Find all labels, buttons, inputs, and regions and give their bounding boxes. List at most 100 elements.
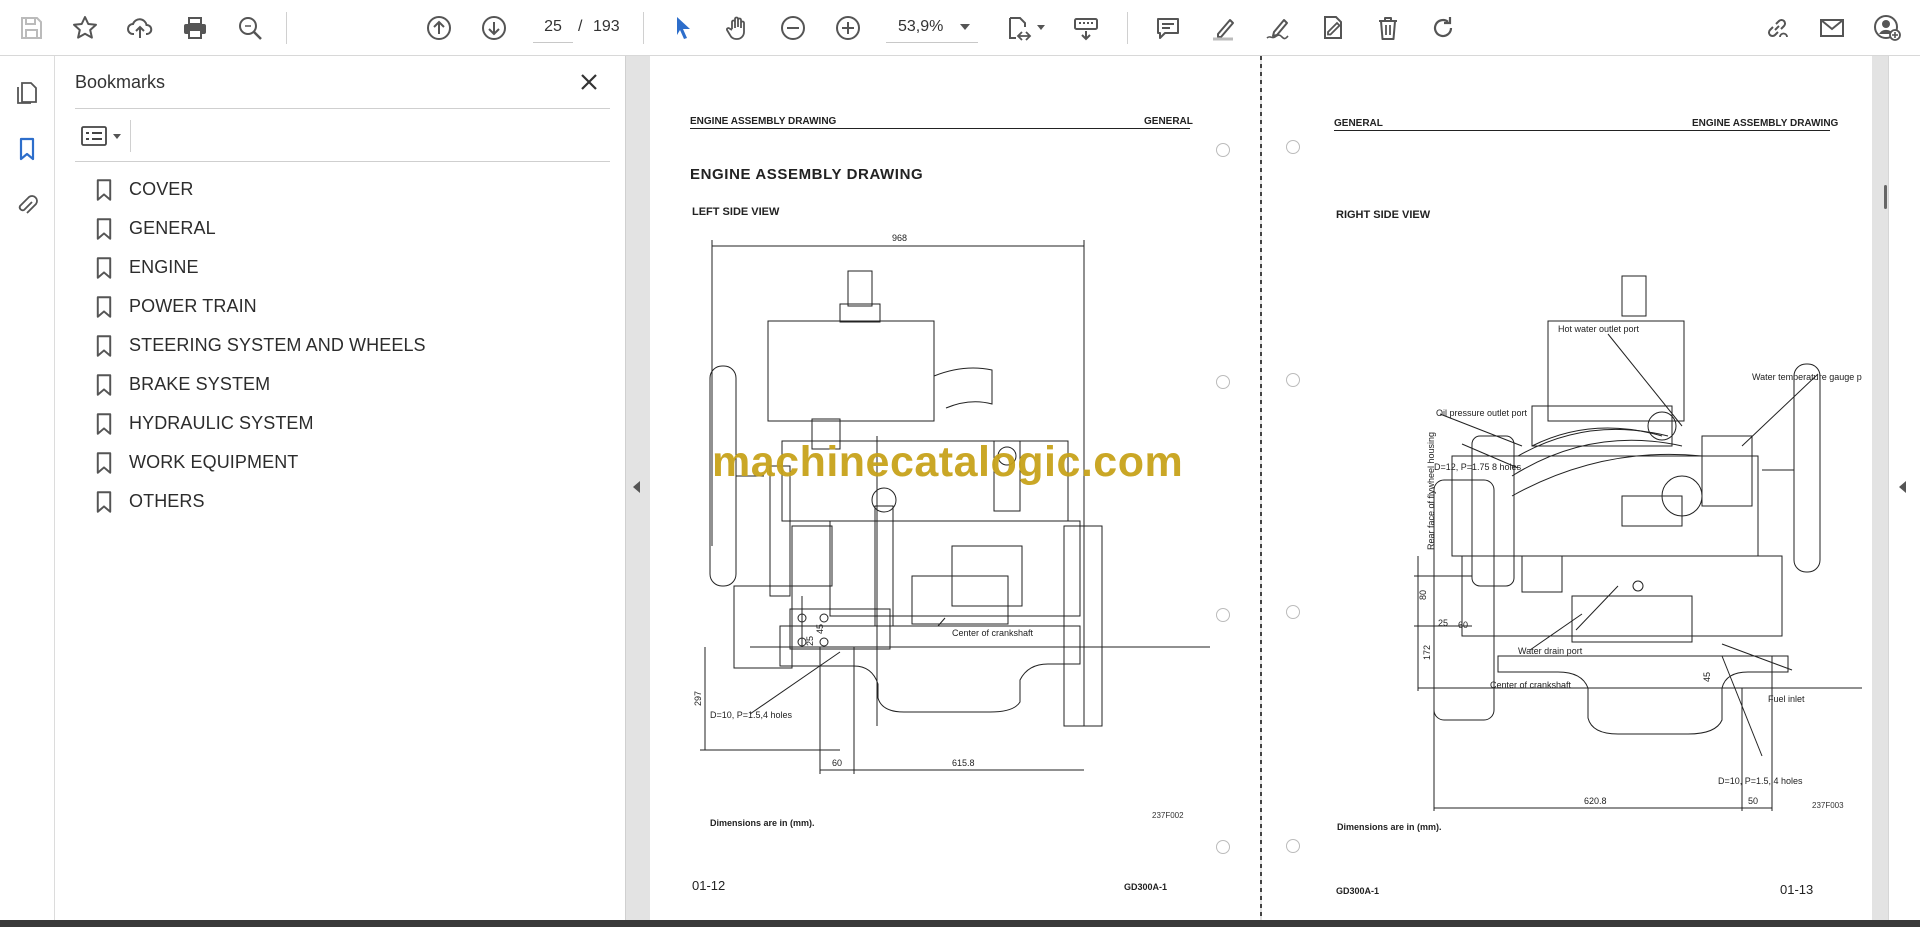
binder-hole (1286, 140, 1300, 154)
binder-hole (1216, 143, 1230, 157)
bookmark-icon (95, 490, 113, 514)
bookmark-label: OTHERS (129, 491, 205, 511)
fill-sign-icon[interactable] (1313, 8, 1353, 48)
bookmark-item[interactable]: COVER (95, 170, 595, 209)
zoom-level-dropdown[interactable]: 53,9% (886, 11, 978, 43)
select-cursor-icon[interactable] (663, 8, 703, 48)
panel-splitter[interactable] (626, 56, 648, 920)
zoom-search-icon[interactable] (230, 8, 270, 48)
dimension-label: 80 (1418, 590, 1428, 600)
document-page-right: GENERAL ENGINE ASSEMBLY DRAWING RIGHT SI… (1262, 56, 1872, 920)
dimension-label: 25 (805, 636, 815, 646)
save-icon[interactable] (11, 8, 51, 48)
star-icon[interactable] (65, 8, 105, 48)
page-separator: / (578, 18, 583, 35)
callout-label: Rear face of flywheel housing (1426, 432, 1436, 550)
view-title: LEFT SIDE VIEW (692, 206, 780, 218)
hand-icon[interactable] (718, 8, 758, 48)
binder-hole (1216, 375, 1230, 389)
bookmark-item[interactable]: GENERAL (95, 209, 595, 248)
toolbar-separator (643, 12, 644, 44)
callout-label: Water drain port (1518, 646, 1583, 656)
attachments-icon[interactable] (10, 188, 44, 222)
toolbar-separator (1127, 12, 1128, 44)
callout-label: Fuel inlet (1768, 694, 1805, 704)
bookmark-item[interactable]: HYDRAULIC SYSTEM (95, 404, 595, 443)
scroll-mode-icon[interactable] (1066, 8, 1106, 48)
divider (130, 120, 131, 152)
bookmark-item[interactable]: STEERING SYSTEM AND WHEELS (95, 326, 595, 365)
divider (75, 108, 610, 109)
bookmark-icon (95, 295, 113, 319)
bookmark-options-button[interactable] (75, 120, 127, 152)
bookmark-item[interactable]: ENGINE (95, 248, 595, 287)
bookmark-icon (95, 217, 113, 241)
binder-hole (1216, 608, 1230, 622)
close-icon[interactable] (575, 68, 603, 96)
comment-icon[interactable] (1148, 8, 1188, 48)
bookmark-panel-icon[interactable] (10, 132, 44, 166)
upload-icon[interactable] (120, 8, 160, 48)
dimension-label: 968 (892, 233, 907, 243)
binder-hole (1286, 373, 1300, 387)
arrow-down-icon[interactable] (474, 8, 514, 48)
dimension-label: 45 (815, 624, 825, 634)
callout-label: Hot water outlet port (1558, 324, 1640, 334)
dimension-label: 60 (832, 758, 842, 768)
bookmark-label: WORK EQUIPMENT (129, 452, 299, 472)
page-thumbnails-icon[interactable] (10, 76, 44, 110)
page-total: 193 (593, 18, 620, 35)
panel-title: Bookmarks (75, 72, 166, 92)
callout-label: Center of crankshaft (952, 628, 1034, 638)
bookmark-item[interactable]: BRAKE SYSTEM (95, 365, 595, 404)
dimension-label: 615.8 (952, 758, 975, 768)
callout-label: Center of crankshaft (1490, 680, 1572, 690)
dimension-label: 50 (1748, 796, 1758, 806)
page-number-input[interactable] (533, 11, 573, 43)
callout-label: D=12, P=1.75 8 holes (1434, 462, 1522, 472)
bookmark-item[interactable]: POWER TRAIN (95, 287, 595, 326)
arrow-up-icon[interactable] (419, 8, 459, 48)
draw-icon[interactable] (1258, 8, 1298, 48)
dimension-label: 60 (1458, 620, 1468, 630)
pdf-reader-app: / 193 53,9% (0, 0, 1920, 927)
page-number-label: 01-12 (692, 878, 726, 893)
bookmark-label: STEERING SYSTEM AND WHEELS (129, 335, 426, 355)
chevron-down-icon (113, 134, 121, 139)
vertical-scrollbar[interactable] (1884, 185, 1887, 209)
highlight-icon[interactable] (1203, 8, 1243, 48)
bookmark-list: COVER GENERAL ENGINE POWER TRAIN STEERIN… (95, 170, 595, 521)
callout-label: D=10, P=1.5,4 holes (710, 710, 793, 720)
chevron-down-icon[interactable] (1037, 25, 1045, 30)
bookmark-label: POWER TRAIN (129, 296, 257, 316)
engine-right-drawing: Hot water outlet port Water temperature … (1414, 275, 1862, 811)
zoom-in-icon[interactable] (828, 8, 868, 48)
binder-hole (1286, 605, 1300, 619)
main-toolbar: / 193 53,9% (0, 0, 1920, 56)
print-icon[interactable] (175, 8, 215, 48)
collapse-panel-icon[interactable] (633, 481, 640, 493)
callout-label: D=10, P=1.5, 4 holes (1718, 776, 1803, 786)
bookmark-item[interactable]: OTHERS (95, 482, 595, 521)
header-rule (690, 128, 1190, 129)
bookmark-item[interactable]: WORK EQUIPMENT (95, 443, 595, 482)
redo-icon[interactable] (1423, 8, 1463, 48)
document-viewport[interactable]: ENGINE ASSEMBLY DRAWING GENERAL ENGINE A… (648, 56, 1888, 920)
chevron-down-icon (960, 24, 970, 30)
account-icon[interactable] (1867, 8, 1907, 48)
mail-icon[interactable] (1812, 8, 1852, 48)
fit-page-icon[interactable] (998, 8, 1038, 48)
zoom-level-value: 53,9% (898, 17, 944, 35)
bookmark-icon (95, 412, 113, 436)
view-title: RIGHT SIDE VIEW (1336, 209, 1431, 221)
expand-panel-icon[interactable] (1899, 481, 1906, 493)
dimension-label: 45 (1702, 672, 1712, 682)
delete-icon[interactable] (1368, 8, 1408, 48)
callout-label: Oil pressure outlet port (1436, 408, 1528, 418)
dimension-label: 172 (1422, 645, 1432, 660)
window-bottom-edge (0, 920, 1920, 927)
zoom-out-icon[interactable] (773, 8, 813, 48)
bookmark-label: COVER (129, 179, 194, 199)
divider (75, 161, 610, 162)
share-link-icon[interactable] (1757, 8, 1797, 48)
